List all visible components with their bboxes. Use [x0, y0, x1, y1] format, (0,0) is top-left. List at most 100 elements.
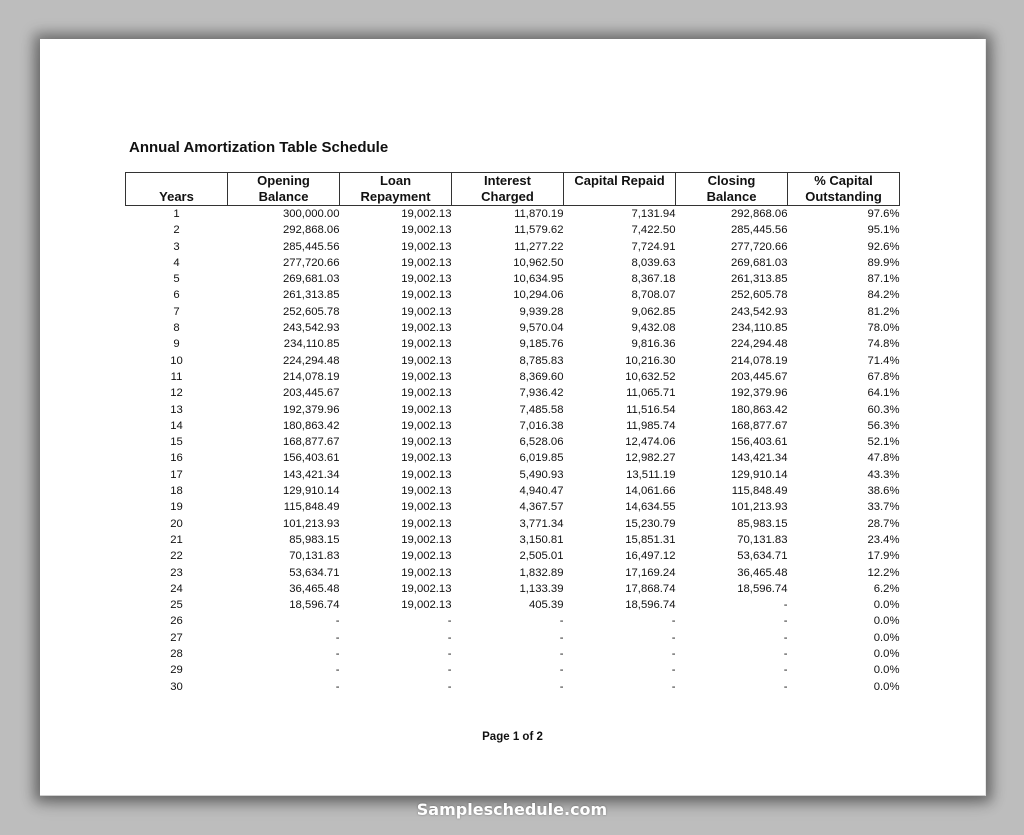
cell-year: 18	[170, 485, 183, 498]
cell-year: 20	[170, 517, 183, 530]
cell-capital-repaid: 15,851.31	[625, 533, 676, 546]
cell-closing-balance: 285,445.56	[730, 224, 788, 237]
table-row: 12 203,445.67 19,002.13 7,936.42 11,065.71 19…	[126, 385, 899, 401]
table-row: 2 292,868.06 19,002.13 11,579.62 7,422.50 285…	[126, 222, 899, 238]
cell-loan-repayment: 19,002.13	[401, 550, 452, 563]
cell-capital-repaid: 17,169.24	[625, 566, 676, 579]
cell-capital-outstanding: 0.0%	[873, 648, 900, 661]
cell-year: 1	[173, 208, 180, 220]
cell-capital-outstanding: 12.2%	[867, 566, 900, 579]
table-row: 23 53,634.71 19,002.13 1,832.89 17,169.24 36,…	[126, 565, 900, 581]
cell-opening-balance: 85,983.15	[289, 533, 340, 546]
cell-opening-balance: 252,605.78	[282, 305, 340, 318]
cell-opening-balance: 156,403.61	[282, 452, 340, 465]
cell-closing-balance: 85,983.15	[737, 517, 788, 530]
cell-loan-repayment: 19,002.13	[401, 370, 452, 383]
cell-capital-repaid: 10,632.52	[625, 370, 676, 383]
document-title: Annual Amortization Table Schedule	[129, 139, 389, 156]
cell-loan-repayment: 19,002.13	[401, 452, 452, 465]
header-years: Years	[125, 172, 228, 206]
cell-capital-outstanding: 0.0%	[873, 631, 900, 644]
cell-loan-repayment: 19,002.13	[401, 240, 452, 253]
cell-capital-outstanding: 0.0%	[873, 615, 900, 628]
header-row: Years Opening Balance Loan Repayment Inter…	[125, 172, 900, 206]
cell-interest-charged: 9,185.76	[519, 338, 564, 351]
cell-loan-repayment: 19,002.13	[401, 305, 452, 318]
cell-capital-repaid: 9,816.36	[631, 338, 676, 351]
cell-loan-repayment: 19,002.13	[401, 387, 452, 400]
cell-closing-balance: 261,313.85	[730, 273, 788, 286]
cell-capital-outstanding: 71.4%	[867, 354, 900, 367]
cell-capital-repaid: 18,596.74	[625, 599, 676, 612]
table-row: 30 - - - - - 0.0%	[126, 679, 899, 695]
cell-capital-outstanding: 60.3%	[867, 403, 900, 416]
cell-loan-repayment: 19,002.13	[401, 436, 452, 449]
table-row: 10 224,294.48 19,002.13 8,785.83 10,216.30 21…	[126, 353, 900, 369]
table-row: 22 70,131.83 19,002.13 2,505.01 16,497.12 53,…	[126, 548, 900, 564]
cell-capital-outstanding: 38.6%	[867, 485, 900, 498]
cell-capital-outstanding: 81.2%	[867, 305, 900, 318]
cell-year: 7	[173, 305, 180, 318]
cell-closing-balance: -	[783, 648, 788, 661]
cell-capital-outstanding: 56.3%	[867, 419, 900, 432]
cell-capital-outstanding: 52.1%	[867, 436, 900, 449]
cell-capital-repaid: 12,982.27	[625, 452, 676, 465]
cell-capital-repaid: 11,985.74	[626, 419, 676, 432]
cell-interest-charged: -	[559, 648, 564, 661]
table-row: 6 261,313.85 19,002.13 10,294.06 8,708.07 252…	[126, 287, 900, 303]
cell-opening-balance: 180,863.42	[282, 419, 340, 432]
cell-loan-repayment: -	[447, 631, 452, 644]
cell-closing-balance: 129,910.14	[730, 468, 788, 481]
cell-closing-balance: -	[783, 599, 788, 612]
table-row: 17 143,421.34 19,002.13 5,490.93 13,511.19 12…	[126, 467, 899, 483]
cell-year: 23	[170, 566, 183, 579]
table-row: 11 214,078.19 19,002.13 8,369.60 10,632.52 20…	[126, 369, 900, 385]
table-row: 21 85,983.15 19,002.13 3,150.81 15,851.31 70,…	[126, 532, 899, 548]
cell-capital-outstanding: 6.2%	[873, 582, 900, 595]
cell-capital-outstanding: 84.2%	[867, 289, 900, 302]
header-closing-balance: Closing Balance	[675, 172, 788, 206]
cell-closing-balance: 292,868.06	[730, 208, 788, 220]
cell-year: 10	[170, 354, 183, 367]
cell-closing-balance: 143,421.34	[730, 452, 788, 465]
cell-opening-balance: 224,294.48	[282, 354, 340, 367]
cell-closing-balance: 269,681.03	[730, 256, 788, 269]
cell-closing-balance: 101,213.93	[730, 501, 788, 514]
cell-capital-repaid: 9,432.08	[631, 322, 676, 335]
cell-closing-balance: -	[783, 664, 788, 677]
cell-closing-balance: 234,110.85	[731, 322, 788, 335]
cell-opening-balance: 214,078.19	[282, 370, 340, 383]
cell-opening-balance: 277,720.66	[282, 256, 340, 269]
cell-opening-balance: -	[335, 631, 340, 644]
cell-year: 29	[170, 664, 183, 677]
cell-loan-repayment: -	[447, 648, 452, 661]
table-row: 14 180,863.42 19,002.13 7,016.38 11,985.74 16…	[126, 418, 900, 434]
cell-opening-balance: 234,110.85	[283, 338, 340, 351]
cell-interest-charged: -	[559, 615, 564, 628]
table-row: 29 - - - - - 0.0%	[126, 662, 899, 678]
cell-year: 19	[170, 501, 183, 514]
cell-capital-repaid: 8,708.07	[631, 289, 676, 302]
cell-capital-outstanding: 17.9%	[867, 550, 900, 563]
cell-interest-charged: 5,490.93	[519, 468, 564, 481]
header-loan-repayment: Loan Repayment	[339, 172, 452, 206]
cell-loan-repayment: 19,002.13	[401, 208, 452, 220]
cell-capital-repaid: -	[671, 631, 676, 644]
table-row: 27 - - - - - 0.0%	[126, 630, 900, 646]
cell-year: 4	[173, 256, 180, 269]
cell-interest-charged: 2,505.01	[519, 550, 564, 563]
cell-interest-charged: 1,832.89	[519, 566, 564, 579]
cell-year: 14	[170, 419, 183, 432]
cell-interest-charged: -	[559, 664, 564, 677]
cell-opening-balance: 203,445.67	[282, 387, 340, 400]
cell-interest-charged: 8,785.83	[519, 354, 564, 367]
cell-year: 9	[173, 338, 180, 351]
cell-opening-balance: -	[335, 664, 340, 677]
cell-interest-charged: 9,939.28	[519, 305, 564, 318]
cell-closing-balance: -	[783, 680, 788, 693]
cell-loan-repayment: 19,002.13	[401, 289, 452, 302]
header-interest-charged: Interest Charged	[451, 172, 564, 206]
cell-interest-charged: 10,962.50	[513, 256, 564, 269]
table-row: 13 192,379.96 19,002.13 7,485.58 11,516.54 18…	[126, 402, 900, 418]
cell-year: 11	[170, 370, 183, 383]
